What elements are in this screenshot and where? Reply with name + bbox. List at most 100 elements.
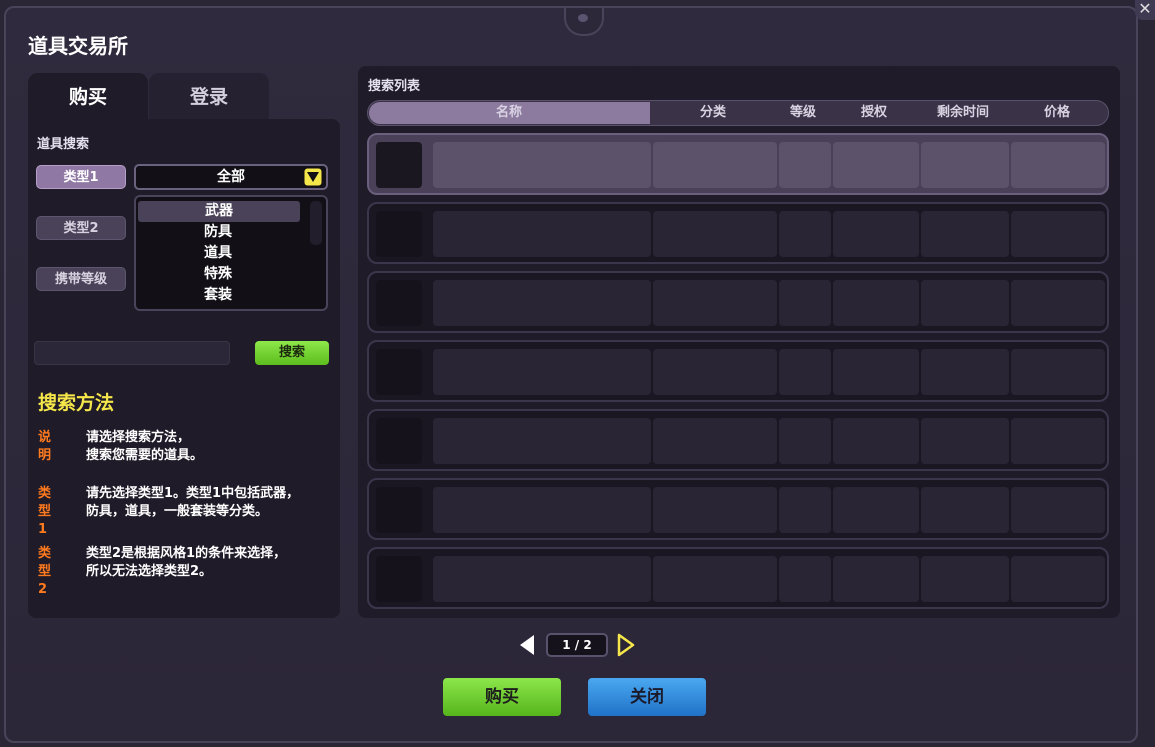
tab-buy[interactable]: 购买	[28, 73, 148, 119]
method-text: 请先选择类型1。类型1中包括武器， 防具，道具，一般套装等分类。	[86, 486, 300, 519]
type-dropdown-list: 武器 防具 道具 特殊 套装	[134, 195, 328, 311]
table-cell	[653, 418, 777, 464]
table-cell	[433, 556, 651, 602]
item-icon-slot	[376, 418, 422, 464]
tab-register[interactable]: 登录	[149, 73, 269, 119]
dropdown-option[interactable]: 防具	[136, 222, 300, 243]
column-header-price[interactable]: 价格	[1008, 101, 1106, 125]
table-cell	[653, 211, 777, 257]
filter-type2-button[interactable]: 类型2	[36, 216, 126, 240]
table-cell	[433, 349, 651, 395]
item-icon-slot	[376, 211, 422, 257]
table-cell	[433, 487, 651, 533]
search-input[interactable]	[34, 341, 230, 365]
table-cell	[779, 349, 831, 395]
dropdown-option[interactable]: 道具	[136, 243, 300, 264]
top-notch	[564, 8, 604, 36]
column-header-time-left[interactable]: 剩余时间	[918, 101, 1008, 125]
table-cell	[833, 280, 919, 326]
table-cell	[779, 280, 831, 326]
table-row[interactable]	[367, 478, 1109, 540]
table-cell	[921, 556, 1009, 602]
dropdown-option[interactable]: 套装	[136, 285, 300, 306]
buy-button[interactable]: 购买	[443, 678, 561, 716]
table-cell	[833, 142, 919, 188]
table-cell	[921, 487, 1009, 533]
item-icon-slot	[376, 280, 422, 326]
table-cell	[833, 211, 919, 257]
method-text: 请选择搜索方法， 搜索您需要的道具。	[86, 430, 204, 463]
search-panel: 道具搜索 类型1 类型2 携带等级 全部 武器 防具 道具 特殊 套装 搜索 搜…	[28, 119, 340, 618]
table-cell	[921, 280, 1009, 326]
table-cell	[921, 211, 1009, 257]
method-key: 类型1	[38, 486, 52, 537]
window-title: 道具交易所	[28, 34, 128, 58]
table-cell	[833, 487, 919, 533]
table-cell	[779, 487, 831, 533]
method-text: 类型2是根据风格1的条件来选择， 所以无法选择类型2。	[86, 546, 287, 579]
notch-dot	[578, 14, 588, 22]
table-cell	[779, 211, 831, 257]
table-cell	[779, 556, 831, 602]
table-row[interactable]	[367, 133, 1109, 195]
filter-level-button[interactable]: 携带等级	[36, 267, 126, 291]
dropdown-option[interactable]: 武器	[138, 201, 300, 222]
table-cell	[433, 211, 651, 257]
table-cell	[433, 418, 651, 464]
item-icon-slot	[376, 487, 422, 533]
method-key: 说明	[38, 430, 52, 463]
table-cell	[653, 487, 777, 533]
search-button[interactable]: 搜索	[255, 341, 329, 365]
table-cell	[833, 556, 919, 602]
table-cell	[433, 280, 651, 326]
column-header-level[interactable]: 等级	[776, 101, 830, 125]
column-header-name[interactable]: 名称	[368, 101, 650, 125]
table-cell	[921, 418, 1009, 464]
table-cell	[1011, 487, 1105, 533]
table-cell	[1011, 280, 1105, 326]
table-cell	[1011, 142, 1105, 188]
table-row[interactable]	[367, 271, 1109, 333]
table-cell	[779, 418, 831, 464]
method-key: 类型2	[38, 546, 52, 597]
table-cell	[433, 142, 651, 188]
prev-page-icon[interactable]	[516, 632, 538, 658]
close-button[interactable]: 关闭	[588, 678, 706, 716]
table-cell	[921, 142, 1009, 188]
dropdown-option[interactable]: 特殊	[136, 264, 300, 285]
table-cell	[833, 418, 919, 464]
column-header-category[interactable]: 分类	[650, 101, 776, 125]
item-icon-slot	[376, 142, 422, 188]
page-indicator: 1 / 2	[546, 633, 608, 657]
result-panel: 搜索列表 名称 分类 等级 授权 剩余时间 价格	[358, 66, 1120, 618]
table-row[interactable]	[367, 202, 1109, 264]
table-cell	[1011, 556, 1105, 602]
result-list-label: 搜索列表	[368, 79, 421, 94]
table-cell	[1011, 349, 1105, 395]
table-cell	[921, 349, 1009, 395]
filter-type1-button[interactable]: 类型1	[36, 165, 126, 189]
table-cell	[1011, 211, 1105, 257]
table-cell	[653, 280, 777, 326]
table-cell	[1011, 418, 1105, 464]
dropdown-value: 全部	[217, 169, 245, 185]
table-cell	[833, 349, 919, 395]
dropdown-scrollbar[interactable]	[310, 201, 322, 245]
table-row[interactable]	[367, 547, 1109, 609]
result-table-header: 名称 分类 等级 授权 剩余时间 价格	[367, 100, 1109, 126]
table-row[interactable]	[367, 340, 1109, 402]
close-icon[interactable]: ✕	[1135, 0, 1155, 20]
chevron-down-icon	[304, 168, 322, 186]
method-title: 搜索方法	[38, 392, 115, 414]
column-header-license[interactable]: 授权	[830, 101, 918, 125]
table-cell	[653, 142, 777, 188]
table-cell	[779, 142, 831, 188]
type-dropdown[interactable]: 全部	[134, 164, 328, 190]
next-page-icon[interactable]	[615, 632, 637, 658]
search-section-label: 道具搜索	[37, 137, 90, 152]
table-cell	[653, 556, 777, 602]
table-row[interactable]	[367, 409, 1109, 471]
item-icon-slot	[376, 556, 422, 602]
item-icon-slot	[376, 349, 422, 395]
table-cell	[653, 349, 777, 395]
